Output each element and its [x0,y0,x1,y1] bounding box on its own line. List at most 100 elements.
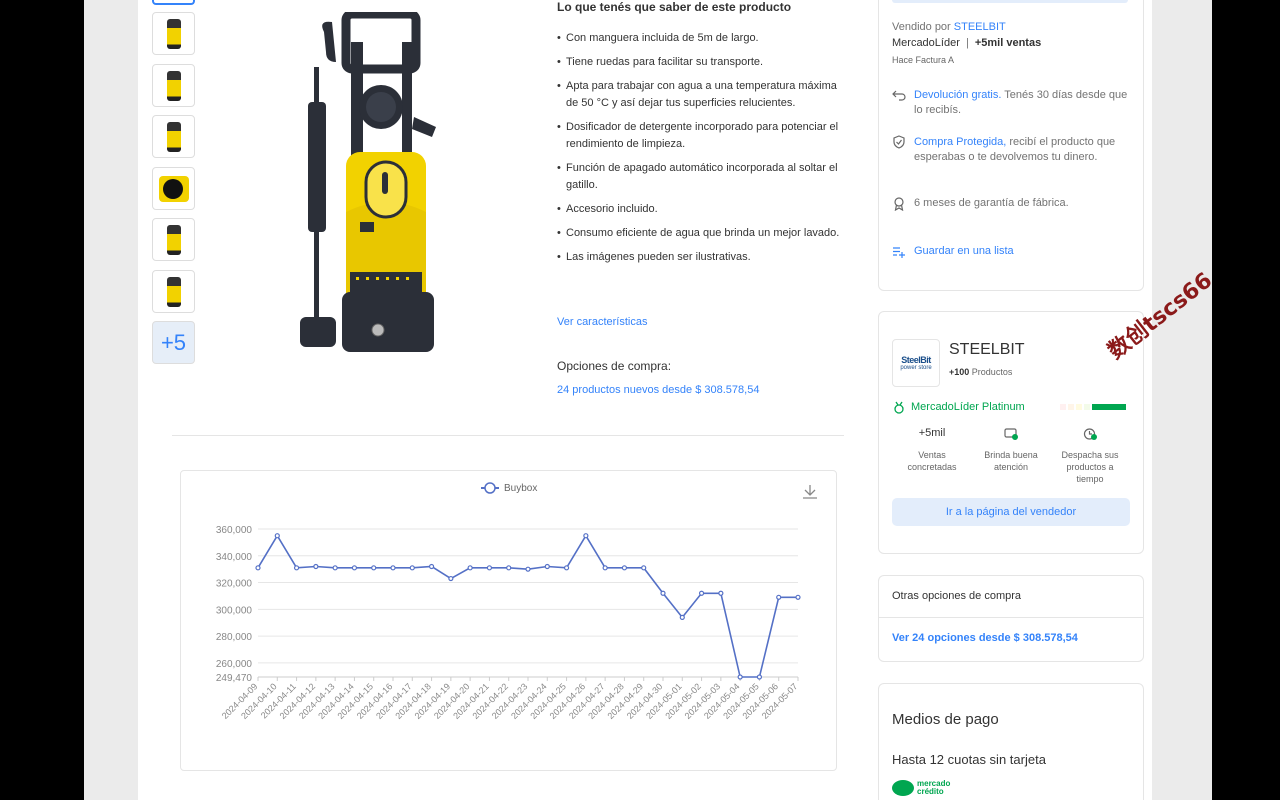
y-tick-label: 260,000 [216,659,253,670]
thumbnail-5[interactable] [152,167,195,210]
data-point [293,565,300,571]
description-bullet: Con manguera incluida de 5m de largo. [557,30,852,47]
product-main-image[interactable] [296,12,446,362]
other-options-card [878,575,1144,662]
description-bullet-list: Con manguera incluida de 5m de largo. Ti… [557,30,852,273]
data-point [274,533,280,539]
series-line-buybox [257,534,798,678]
return-policy: Devolución gratis. Tenés 30 días desde q… [914,88,1129,118]
thumbnail-4[interactable] [152,115,195,158]
seller-card-name: STEELBIT [949,341,1025,358]
products-label: Productos [971,367,1013,377]
price-history-chart: 360,000 340,000 320,000 300,000 280,000 260,0… [180,470,837,771]
separator: | [965,37,969,49]
description-bullet: Tiene ruedas para facilitar su transport… [557,54,852,71]
thumbnail-selected[interactable] [152,0,195,5]
reputation-segment [1092,404,1126,410]
data-point [448,575,454,582]
free-return-link[interactable]: Devolución gratis. [914,89,1001,101]
wheel-thumbnail-image [158,175,189,202]
y-tick-label: 360,000 [216,525,253,536]
thumbnail-2[interactable] [152,12,195,55]
sales-label: +5mil ventas [974,37,1042,49]
mercado-credito-icon [892,780,914,796]
product-thumbnail-image [166,121,181,152]
data-point [390,565,396,571]
sold-by-prefix: Vendido por [892,21,951,33]
stat-sales-label: Ventas concretadas [907,450,957,472]
other-options-link[interactable]: Ver 24 opciones desde $ 308.578,54 [892,632,1078,644]
medal-icon [894,401,904,414]
data-point [583,533,589,539]
left-black-border [0,0,84,800]
left-gray-margin [84,0,138,800]
platinum-badge: MercadoLíder Platinum [911,401,1025,413]
reputation-segment [1076,404,1082,410]
logo-line-2: crédito [917,787,944,796]
legend-label: Buybox [504,483,537,494]
protected-purchase-link[interactable]: Compra Protegida, [914,136,1006,148]
data-point [506,565,512,571]
invoice-info: Hace Factura A [892,55,955,65]
data-point [756,674,763,680]
description-bullet: Las imágenes pueden ser ilustrativas. [557,249,852,266]
add-list-icon [893,247,905,258]
sold-by: Vendido por STEELBIT [892,21,1006,33]
reputation-segment [1084,404,1090,410]
new-products-link[interactable]: 24 productos nuevos desde $ 308.578,54 [557,384,759,396]
description-bullet: Apta para trabajar con agua a una temper… [557,78,852,112]
description-bullet: Accesorio incluido. [557,201,852,218]
data-point [737,674,743,680]
description-title: Lo que tenés que saber de este producto [557,0,792,14]
y-tick-label: 340,000 [216,552,253,563]
right-gray-margin [1152,0,1212,800]
product-thumbnail-image [166,18,181,49]
data-point [332,565,338,571]
data-point [544,563,550,570]
stat-sales-value: +5mil [918,427,946,439]
section-divider [172,435,844,436]
mercado-credito-logo: mercado crédito [892,780,950,796]
product-thumbnail-image [166,224,181,255]
data-point [486,565,493,571]
chart-canvas: 360,000 340,000 320,000 300,000 280,000 260,0… [216,482,817,721]
y-tick-label: 249,470 [216,673,253,684]
seller-name-link[interactable]: STEELBIT [954,21,1006,33]
product-thumbnail-image [166,70,181,101]
chat-check-icon [1004,428,1018,440]
data-point [563,565,570,571]
purchase-options-label: Opciones de compra: [557,359,672,373]
warranty-text: 6 meses de garantía de fábrica. [914,197,1069,209]
data-point [371,565,377,571]
save-to-list-link[interactable]: Guardar en una lista [914,245,1014,257]
data-point [351,565,358,571]
payment-title: Medios de pago [892,711,999,728]
stat-shipping-label: Despacha sus productos a tiempo [1061,450,1119,484]
description-bullet: Dosificador de detergente incorporado pa… [557,119,852,153]
seller-summary: MercadoLíder | +5mil ventas [892,37,1041,49]
y-tick-label: 300,000 [216,605,253,616]
data-point [409,565,415,571]
product-thumbnail-image [166,276,181,307]
data-point [795,594,801,600]
seller-logo-name: SteelBit [901,355,931,365]
right-black-border [1212,0,1280,800]
thumbnail-3[interactable] [152,64,195,107]
buy-button-edge[interactable] [892,0,1128,3]
data-point [621,565,628,571]
clock-check-icon [1083,428,1097,440]
features-link[interactable]: Ver características [557,316,647,328]
thumbnail-6[interactable] [152,218,195,261]
products-count: +100 [949,367,970,377]
data-point [313,563,319,570]
thumbnail-more[interactable]: +5 [152,321,195,364]
shield-icon [893,135,905,149]
thumbnail-7[interactable] [152,270,195,313]
download-icon[interactable] [803,485,817,499]
data-point [602,565,608,571]
seller-logo[interactable]: SteelBit power store [892,339,940,387]
seller-page-button[interactable]: Ir a la página del vendedor [892,498,1130,526]
y-tick-label: 280,000 [216,632,253,643]
reputation-segment [1060,404,1066,410]
data-point [255,565,261,571]
